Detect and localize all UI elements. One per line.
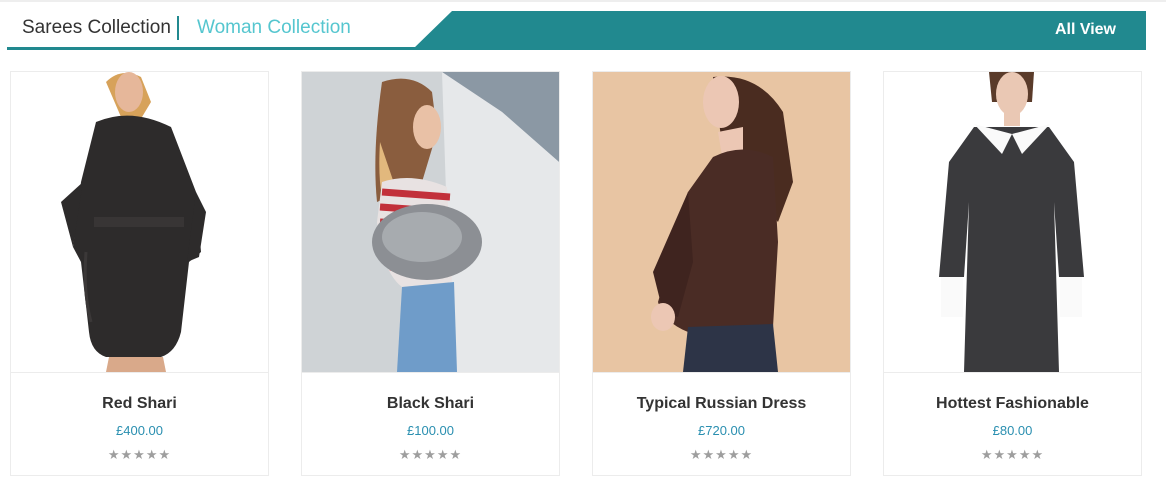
card-divider (11, 372, 268, 373)
product-title[interactable]: Black Shari (302, 394, 559, 414)
header-underline (7, 47, 427, 50)
rating-stars: ★★★★★ (689, 447, 754, 462)
product-price: £400.00 (116, 423, 163, 438)
tab-separator (177, 16, 179, 40)
all-view-link[interactable]: All View (1055, 20, 1116, 40)
rating-stars: ★★★★★ (980, 447, 1045, 462)
product-card[interactable]: Typical Russian Dress £720.00 ★★★★★ (592, 71, 851, 476)
tab-woman-collection[interactable]: Woman Collection (197, 16, 351, 40)
tab-sarees-collection[interactable]: Sarees Collection (22, 16, 171, 40)
product-card[interactable]: Hottest Fashionable £80.00 ★★★★★ (883, 71, 1142, 476)
product-image[interactable] (593, 72, 850, 372)
card-divider (884, 372, 1141, 373)
rating-stars: ★★★★★ (107, 447, 172, 462)
product-price: £100.00 (407, 423, 454, 438)
product-image[interactable] (11, 72, 268, 372)
product-price: £720.00 (698, 423, 745, 438)
product-image[interactable] (302, 72, 559, 372)
product-title[interactable]: Typical Russian Dress (593, 394, 850, 414)
product-image[interactable] (884, 72, 1141, 372)
product-title[interactable]: Hottest Fashionable (884, 394, 1141, 414)
product-card[interactable]: Red Shari £400.00 ★★★★★ (10, 71, 269, 476)
card-divider (593, 372, 850, 373)
collection-header: Sarees Collection Woman Collection All V… (0, 0, 1166, 56)
product-price: £80.00 (992, 423, 1033, 438)
card-divider (302, 372, 559, 373)
product-card[interactable]: Black Shari £100.00 ★★★★★ (301, 71, 560, 476)
rating-stars: ★★★★★ (398, 447, 463, 462)
product-title[interactable]: Red Shari (11, 394, 268, 414)
